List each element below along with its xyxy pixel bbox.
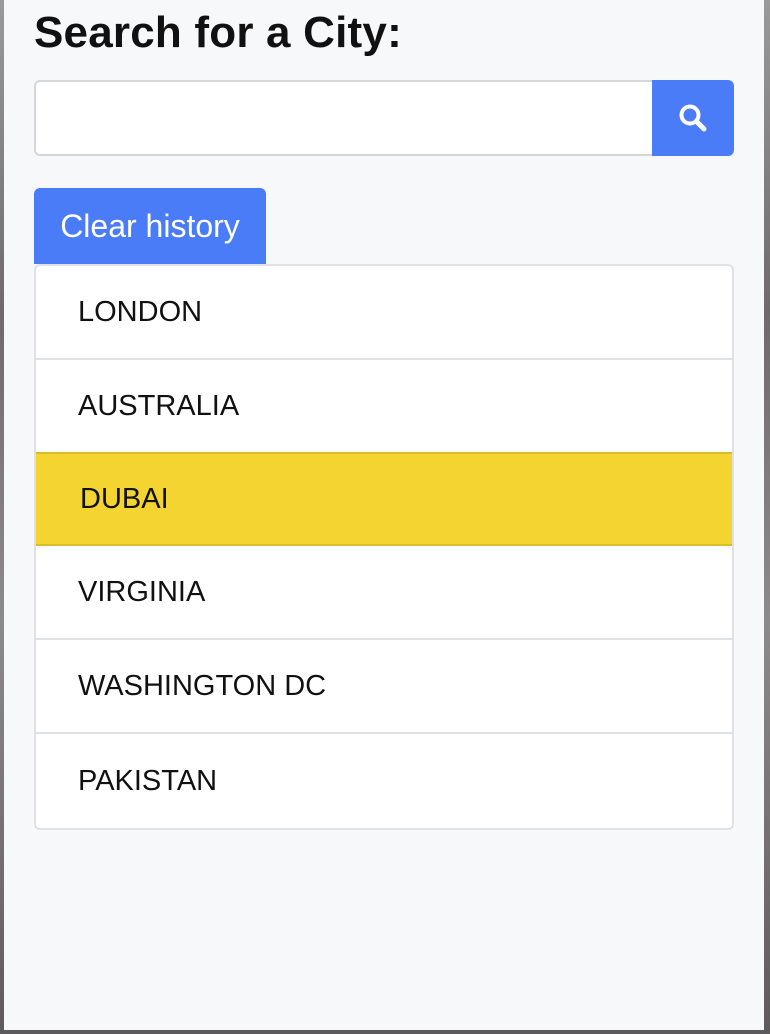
history-item-virginia[interactable]: VIRGINIA bbox=[36, 546, 732, 640]
search-panel: Search for a City: Clear history LONDON … bbox=[4, 0, 764, 1030]
history-item-washington-dc[interactable]: WASHINGTON DC bbox=[36, 640, 732, 734]
history-item-australia[interactable]: AUSTRALIA bbox=[36, 360, 732, 454]
search-button[interactable] bbox=[652, 80, 734, 156]
search-input[interactable] bbox=[34, 80, 652, 156]
history-item-dubai[interactable]: DUBAI bbox=[36, 452, 732, 546]
history-list: LONDON AUSTRALIA DUBAI VIRGINIA WASHINGT… bbox=[34, 264, 734, 830]
clear-history-button[interactable]: Clear history bbox=[34, 188, 266, 264]
history-item-london[interactable]: LONDON bbox=[36, 266, 732, 360]
page-title: Search for a City: bbox=[34, 8, 402, 57]
search-bar bbox=[34, 80, 734, 156]
history-item-pakistan[interactable]: PAKISTAN bbox=[36, 734, 732, 828]
search-icon bbox=[679, 104, 707, 132]
